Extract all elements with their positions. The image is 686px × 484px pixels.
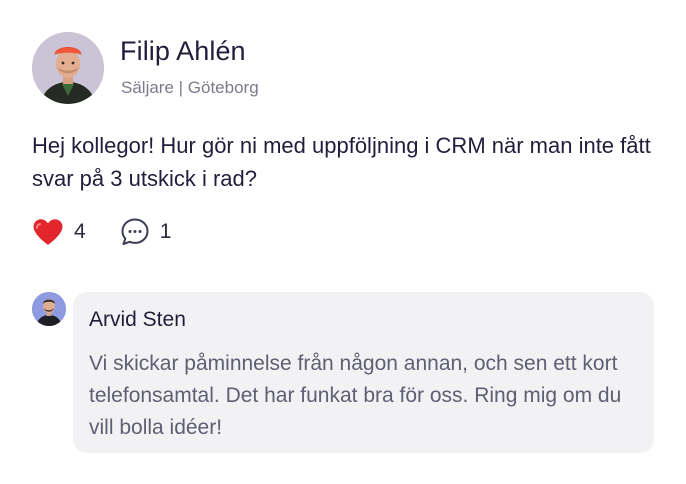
author-meta: Säljare | Göteborg bbox=[121, 78, 259, 97]
author-avatar-image bbox=[32, 32, 104, 104]
like-count: 4 bbox=[74, 220, 86, 243]
speech-bubble-icon bbox=[121, 218, 149, 245]
social-post: Filip Ahlén Säljare | Göteborg Hej kolle… bbox=[0, 0, 686, 484]
comment-button[interactable]: 1 bbox=[120, 217, 172, 247]
post-text: Hej kollegor! Hur gör ni med uppföljning… bbox=[32, 133, 651, 191]
commenter-avatar[interactable] bbox=[32, 292, 66, 326]
author-name[interactable]: Filip Ahlén bbox=[120, 36, 246, 67]
commenter-name[interactable]: Arvid Sten bbox=[89, 308, 186, 332]
like-button[interactable]: 4 bbox=[32, 218, 86, 246]
comment-bubble: Arvid Sten Vi skickar påminnelse från nå… bbox=[73, 292, 654, 453]
reaction-bar: 4 1 bbox=[32, 216, 171, 248]
commenter-avatar-image bbox=[32, 292, 66, 326]
author-avatar[interactable] bbox=[32, 32, 104, 104]
comment-count: 1 bbox=[159, 220, 172, 243]
heart-icon bbox=[33, 219, 63, 245]
comment-text: Vi skickar påminnelse från någon annan, … bbox=[89, 352, 622, 439]
